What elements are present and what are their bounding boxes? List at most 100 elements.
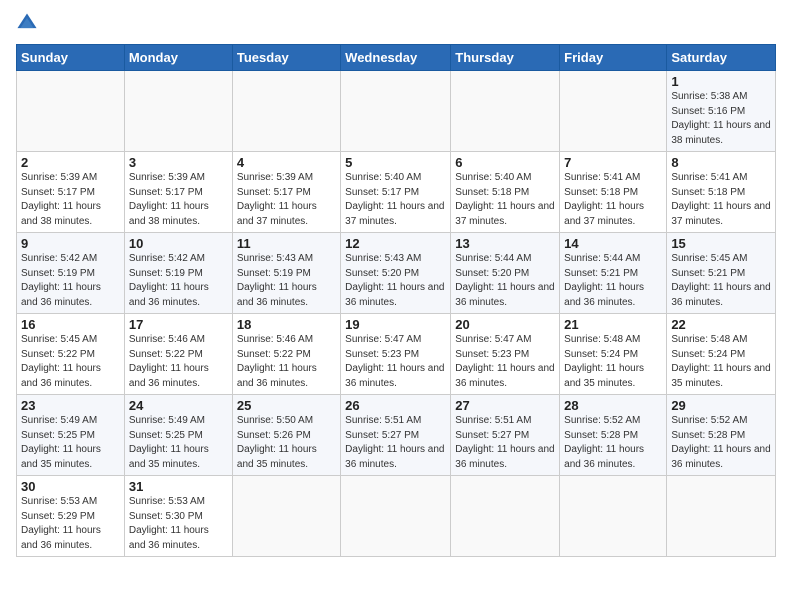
- calendar-cell: 6Sunrise: 5:40 AM Sunset: 5:18 PM Daylig…: [451, 152, 560, 233]
- day-info: Sunrise: 5:40 AM Sunset: 5:18 PM Dayligh…: [455, 171, 555, 229]
- calendar-cell: 12Sunrise: 5:43 AM Sunset: 5:20 PM Dayli…: [341, 233, 451, 314]
- logo: [16, 12, 42, 34]
- calendar-cell: 2Sunrise: 5:39 AM Sunset: 5:17 PM Daylig…: [17, 152, 125, 233]
- calendar-header-tuesday: Tuesday: [232, 45, 340, 71]
- day-info: Sunrise: 5:44 AM Sunset: 5:21 PM Dayligh…: [564, 252, 662, 310]
- calendar-cell: [560, 71, 667, 152]
- calendar-header-friday: Friday: [560, 45, 667, 71]
- day-number: 22: [671, 317, 771, 332]
- day-info: Sunrise: 5:41 AM Sunset: 5:18 PM Dayligh…: [564, 171, 662, 229]
- calendar-cell: 10Sunrise: 5:42 AM Sunset: 5:19 PM Dayli…: [124, 233, 232, 314]
- calendar-cell: 14Sunrise: 5:44 AM Sunset: 5:21 PM Dayli…: [560, 233, 667, 314]
- calendar-week-6: 30Sunrise: 5:53 AM Sunset: 5:29 PM Dayli…: [17, 476, 776, 557]
- day-info: Sunrise: 5:38 AM Sunset: 5:16 PM Dayligh…: [671, 90, 771, 148]
- day-info: Sunrise: 5:44 AM Sunset: 5:20 PM Dayligh…: [455, 252, 555, 310]
- calendar-cell: [451, 476, 560, 557]
- calendar-header-wednesday: Wednesday: [341, 45, 451, 71]
- day-info: Sunrise: 5:52 AM Sunset: 5:28 PM Dayligh…: [671, 414, 771, 472]
- calendar-cell: 8Sunrise: 5:41 AM Sunset: 5:18 PM Daylig…: [667, 152, 776, 233]
- day-info: Sunrise: 5:39 AM Sunset: 5:17 PM Dayligh…: [237, 171, 336, 229]
- calendar-cell: 27Sunrise: 5:51 AM Sunset: 5:27 PM Dayli…: [451, 395, 560, 476]
- day-info: Sunrise: 5:51 AM Sunset: 5:27 PM Dayligh…: [345, 414, 446, 472]
- day-number: 13: [455, 236, 555, 251]
- calendar-cell: 3Sunrise: 5:39 AM Sunset: 5:17 PM Daylig…: [124, 152, 232, 233]
- day-number: 17: [129, 317, 228, 332]
- day-info: Sunrise: 5:47 AM Sunset: 5:23 PM Dayligh…: [455, 333, 555, 391]
- day-number: 6: [455, 155, 555, 170]
- calendar-cell: 17Sunrise: 5:46 AM Sunset: 5:22 PM Dayli…: [124, 314, 232, 395]
- day-info: Sunrise: 5:47 AM Sunset: 5:23 PM Dayligh…: [345, 333, 446, 391]
- calendar-table: SundayMondayTuesdayWednesdayThursdayFrid…: [16, 44, 776, 557]
- day-info: Sunrise: 5:48 AM Sunset: 5:24 PM Dayligh…: [671, 333, 771, 391]
- calendar-cell: [341, 71, 451, 152]
- day-info: Sunrise: 5:46 AM Sunset: 5:22 PM Dayligh…: [129, 333, 228, 391]
- day-number: 2: [21, 155, 120, 170]
- day-info: Sunrise: 5:41 AM Sunset: 5:18 PM Dayligh…: [671, 171, 771, 229]
- day-info: Sunrise: 5:39 AM Sunset: 5:17 PM Dayligh…: [129, 171, 228, 229]
- day-number: 27: [455, 398, 555, 413]
- day-info: Sunrise: 5:39 AM Sunset: 5:17 PM Dayligh…: [21, 171, 120, 229]
- calendar-cell: 9Sunrise: 5:42 AM Sunset: 5:19 PM Daylig…: [17, 233, 125, 314]
- day-number: 3: [129, 155, 228, 170]
- calendar-cell: 5Sunrise: 5:40 AM Sunset: 5:17 PM Daylig…: [341, 152, 451, 233]
- day-number: 26: [345, 398, 446, 413]
- calendar-cell: 28Sunrise: 5:52 AM Sunset: 5:28 PM Dayli…: [560, 395, 667, 476]
- calendar-cell: 4Sunrise: 5:39 AM Sunset: 5:17 PM Daylig…: [232, 152, 340, 233]
- calendar-header-saturday: Saturday: [667, 45, 776, 71]
- calendar-cell: 20Sunrise: 5:47 AM Sunset: 5:23 PM Dayli…: [451, 314, 560, 395]
- calendar-cell: 11Sunrise: 5:43 AM Sunset: 5:19 PM Dayli…: [232, 233, 340, 314]
- day-info: Sunrise: 5:45 AM Sunset: 5:21 PM Dayligh…: [671, 252, 771, 310]
- day-info: Sunrise: 5:50 AM Sunset: 5:26 PM Dayligh…: [237, 414, 336, 472]
- day-info: Sunrise: 5:53 AM Sunset: 5:30 PM Dayligh…: [129, 495, 228, 553]
- calendar-cell: 21Sunrise: 5:48 AM Sunset: 5:24 PM Dayli…: [560, 314, 667, 395]
- day-number: 11: [237, 236, 336, 251]
- day-number: 5: [345, 155, 446, 170]
- day-number: 7: [564, 155, 662, 170]
- header: [16, 12, 776, 34]
- calendar-cell: 15Sunrise: 5:45 AM Sunset: 5:21 PM Dayli…: [667, 233, 776, 314]
- calendar-cell: [232, 71, 340, 152]
- calendar-cell: 31Sunrise: 5:53 AM Sunset: 5:30 PM Dayli…: [124, 476, 232, 557]
- day-number: 18: [237, 317, 336, 332]
- calendar-week-2: 2Sunrise: 5:39 AM Sunset: 5:17 PM Daylig…: [17, 152, 776, 233]
- day-number: 31: [129, 479, 228, 494]
- calendar-cell: [232, 476, 340, 557]
- day-number: 14: [564, 236, 662, 251]
- calendar-week-5: 23Sunrise: 5:49 AM Sunset: 5:25 PM Dayli…: [17, 395, 776, 476]
- day-number: 23: [21, 398, 120, 413]
- calendar-week-1: 1Sunrise: 5:38 AM Sunset: 5:16 PM Daylig…: [17, 71, 776, 152]
- day-number: 30: [21, 479, 120, 494]
- calendar-header-thursday: Thursday: [451, 45, 560, 71]
- day-number: 28: [564, 398, 662, 413]
- day-number: 20: [455, 317, 555, 332]
- calendar-cell: [560, 476, 667, 557]
- calendar-cell: 24Sunrise: 5:49 AM Sunset: 5:25 PM Dayli…: [124, 395, 232, 476]
- day-info: Sunrise: 5:48 AM Sunset: 5:24 PM Dayligh…: [564, 333, 662, 391]
- day-number: 12: [345, 236, 446, 251]
- day-info: Sunrise: 5:49 AM Sunset: 5:25 PM Dayligh…: [21, 414, 120, 472]
- day-number: 16: [21, 317, 120, 332]
- calendar-cell: 29Sunrise: 5:52 AM Sunset: 5:28 PM Dayli…: [667, 395, 776, 476]
- day-number: 9: [21, 236, 120, 251]
- calendar-cell: [667, 476, 776, 557]
- calendar-cell: [124, 71, 232, 152]
- day-number: 25: [237, 398, 336, 413]
- calendar-cell: [17, 71, 125, 152]
- day-info: Sunrise: 5:45 AM Sunset: 5:22 PM Dayligh…: [21, 333, 120, 391]
- calendar-cell: 26Sunrise: 5:51 AM Sunset: 5:27 PM Dayli…: [341, 395, 451, 476]
- calendar-header-row: SundayMondayTuesdayWednesdayThursdayFrid…: [17, 45, 776, 71]
- day-info: Sunrise: 5:49 AM Sunset: 5:25 PM Dayligh…: [129, 414, 228, 472]
- day-number: 8: [671, 155, 771, 170]
- day-info: Sunrise: 5:46 AM Sunset: 5:22 PM Dayligh…: [237, 333, 336, 391]
- day-info: Sunrise: 5:43 AM Sunset: 5:19 PM Dayligh…: [237, 252, 336, 310]
- day-info: Sunrise: 5:40 AM Sunset: 5:17 PM Dayligh…: [345, 171, 446, 229]
- day-number: 24: [129, 398, 228, 413]
- calendar-cell: 18Sunrise: 5:46 AM Sunset: 5:22 PM Dayli…: [232, 314, 340, 395]
- day-info: Sunrise: 5:42 AM Sunset: 5:19 PM Dayligh…: [129, 252, 228, 310]
- day-info: Sunrise: 5:42 AM Sunset: 5:19 PM Dayligh…: [21, 252, 120, 310]
- calendar-header-sunday: Sunday: [17, 45, 125, 71]
- day-info: Sunrise: 5:43 AM Sunset: 5:20 PM Dayligh…: [345, 252, 446, 310]
- day-info: Sunrise: 5:53 AM Sunset: 5:29 PM Dayligh…: [21, 495, 120, 553]
- day-number: 15: [671, 236, 771, 251]
- day-number: 4: [237, 155, 336, 170]
